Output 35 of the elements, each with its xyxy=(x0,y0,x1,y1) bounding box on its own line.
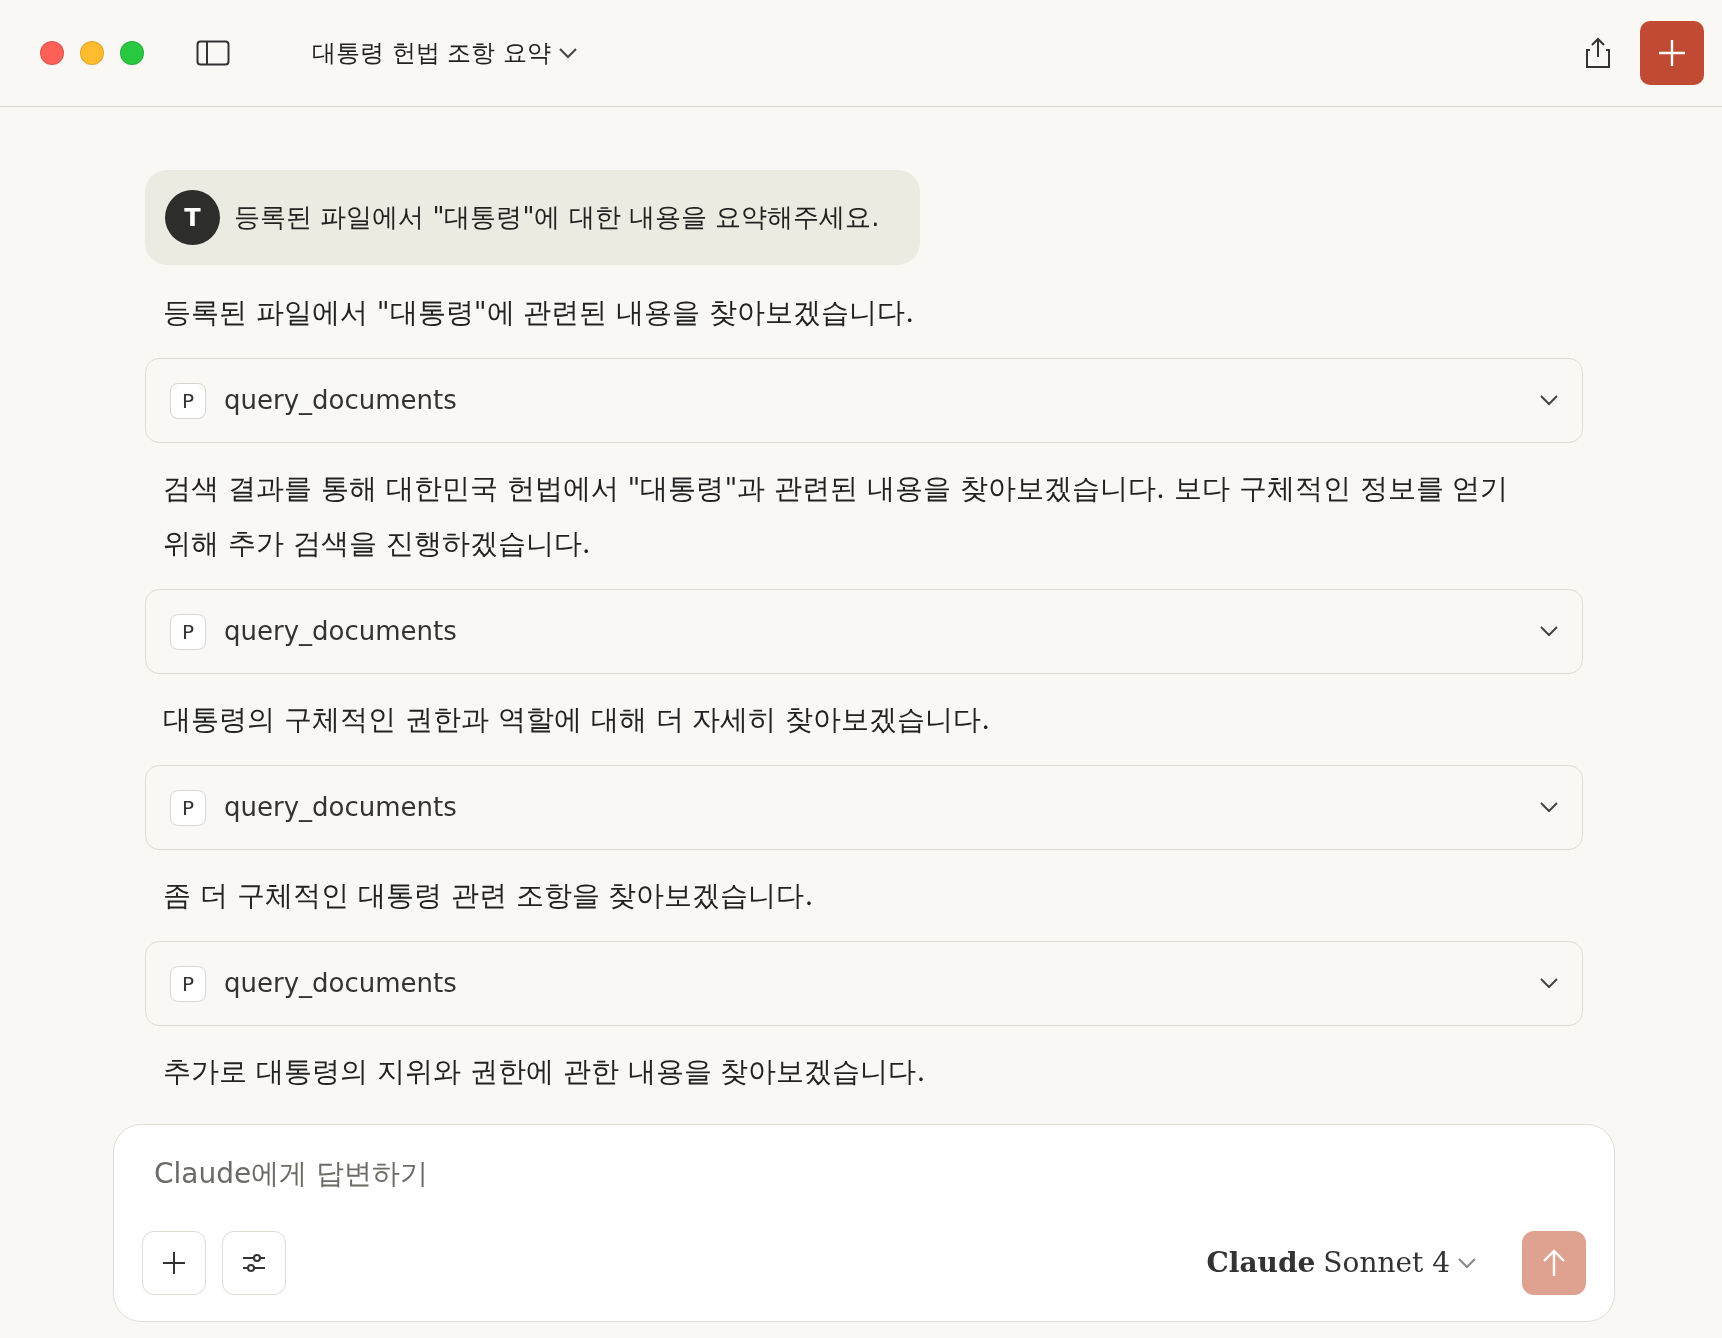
assistant-message-text: 등록된 파일에서 "대통령"에 관련된 내용을 찾아보겠습니다. xyxy=(162,295,916,331)
arrow-up-icon xyxy=(1541,1248,1567,1278)
chevron-down-icon xyxy=(1458,1257,1476,1269)
assistant-message-text: 좀 더 구체적인 대통령 관련 조항을 찾아보겠습니다. xyxy=(162,878,815,914)
close-window-button[interactable] xyxy=(40,41,64,65)
tool-call-card[interactable]: P query_documents xyxy=(145,589,1583,674)
plus-icon xyxy=(162,1251,186,1275)
assistant-message-text: 추가로 대통령의 지위와 권한에 관한 내용을 찾아보겠습니다. xyxy=(162,1054,927,1090)
assistant-message-text: 대통령의 구체적인 권한과 역할에 대해 더 자세히 찾아보겠습니다. xyxy=(162,702,992,738)
tool-badge: P xyxy=(170,789,206,826)
add-button[interactable] xyxy=(142,1231,206,1295)
chevron-down-icon xyxy=(1540,802,1558,813)
conversation-title-dropdown[interactable]: 대통령 헌법 조항 요약 xyxy=(308,31,581,75)
user-message-text: 등록된 파일에서 "대통령"에 대한 내용을 요약해주세요. xyxy=(234,201,880,234)
options-button[interactable] xyxy=(222,1231,286,1295)
tool-badge: P xyxy=(170,382,206,419)
tool-call-card[interactable]: P query_documents xyxy=(145,941,1583,1026)
new-chat-button[interactable] xyxy=(1640,21,1704,85)
tool-call-card[interactable]: P query_documents xyxy=(145,765,1583,850)
reply-input-field[interactable]: Claude에게 답변하기 xyxy=(142,1153,1586,1195)
chevron-down-icon xyxy=(1540,978,1558,989)
plus-icon xyxy=(1657,38,1687,68)
tool-badge: P xyxy=(170,613,206,650)
sliders-icon xyxy=(241,1252,267,1274)
tool-badge: P xyxy=(170,965,206,1002)
model-selector[interactable]: Claude Sonnet 4 xyxy=(1200,1241,1482,1285)
zoom-window-button[interactable] xyxy=(120,41,144,65)
chevron-down-icon xyxy=(558,47,577,59)
avatar: T xyxy=(165,190,220,245)
share-icon xyxy=(1584,37,1612,69)
chevron-down-icon xyxy=(1540,395,1558,406)
tool-call-card[interactable]: P query_documents xyxy=(145,358,1583,443)
sidebar-icon xyxy=(196,40,230,66)
chevron-down-icon xyxy=(1540,626,1558,637)
assistant-message-text: 검색 결과를 통해 대한민국 헌법에서 "대통령"과 관련된 내용을 찾아보겠습니다. 보다 구체적인 정보를 얻기 위해 추가 검색을 진행하겠습니다. xyxy=(162,471,1510,562)
